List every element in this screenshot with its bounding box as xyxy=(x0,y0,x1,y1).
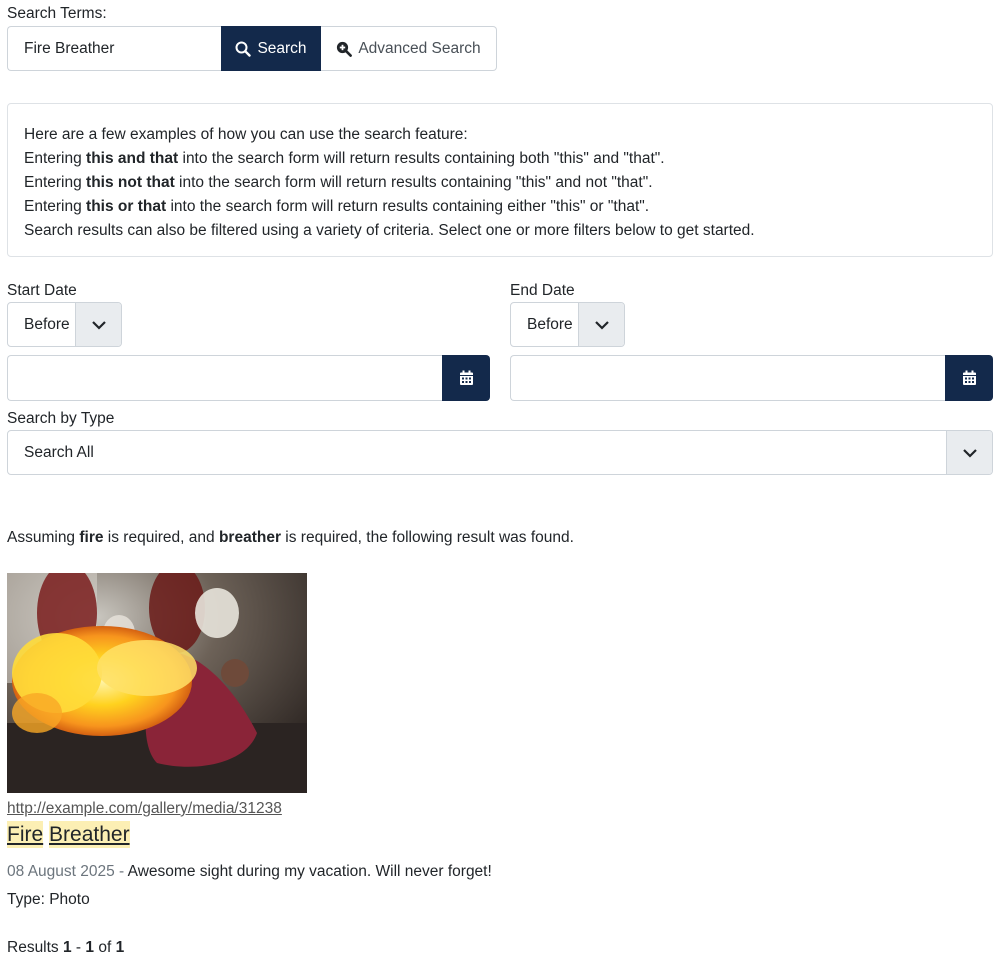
chevron-down-icon xyxy=(578,303,624,346)
start-date-label: Start Date xyxy=(7,282,77,299)
search-type-select[interactable]: Search All xyxy=(7,430,993,475)
search-input[interactable] xyxy=(7,26,222,71)
help-intro: Here are a few examples of how you can u… xyxy=(24,126,468,143)
search-button-label: Search xyxy=(257,39,307,57)
result-description: Awesome sight during my vacation. Will n… xyxy=(127,863,492,880)
search-by-type-label: Search by Type xyxy=(7,410,115,427)
calendar-icon xyxy=(459,370,473,385)
chevron-down-icon xyxy=(75,303,121,346)
start-date-calendar-button[interactable] xyxy=(442,355,490,401)
help-example: Entering this or that into the search fo… xyxy=(24,198,650,215)
start-date-mode-value: Before xyxy=(24,315,70,333)
end-date-label: End Date xyxy=(510,282,575,299)
start-date-mode-select[interactable]: Before xyxy=(7,302,122,347)
zoom-in-icon xyxy=(337,41,353,57)
chevron-down-icon xyxy=(946,431,992,474)
search-button[interactable]: Search xyxy=(221,26,321,71)
search-summary: Assuming fire is required, and breather … xyxy=(7,529,574,546)
end-date-mode-select[interactable]: Before xyxy=(510,302,625,347)
result-type: Type: Photo xyxy=(7,891,90,908)
result-title-link[interactable]: Fire Breather xyxy=(7,821,130,848)
advanced-search-label: Advanced Search xyxy=(358,39,481,57)
search-icon xyxy=(235,41,252,57)
search-help-box: Here are a few examples of how you can u… xyxy=(7,103,993,257)
advanced-search-button[interactable]: Advanced Search xyxy=(321,26,497,71)
highlighted-term: Fire xyxy=(7,821,44,848)
calendar-icon xyxy=(962,370,976,385)
result-date: 08 August 2025 xyxy=(7,863,115,880)
results-count: Results 1 - 1 of 1 xyxy=(7,939,125,956)
search-terms-label: Search Terms: xyxy=(7,5,107,22)
result-thumbnail[interactable] xyxy=(7,573,307,793)
end-date-input[interactable] xyxy=(510,355,946,401)
help-example: Entering this not that into the search f… xyxy=(24,174,653,191)
result-meta: 08 August 2025 - Awesome sight during my… xyxy=(7,863,492,880)
end-date-calendar-button[interactable] xyxy=(945,355,993,401)
end-date-mode-value: Before xyxy=(527,315,573,333)
help-filter-note: Search results can also be filtered usin… xyxy=(24,222,755,239)
result-url-link[interactable]: http://example.com/gallery/media/31238 xyxy=(7,800,282,818)
help-example: Entering this and that into the search f… xyxy=(24,150,665,167)
search-type-value: Search All xyxy=(24,443,94,461)
highlighted-term: Breather xyxy=(49,821,130,848)
start-date-input[interactable] xyxy=(7,355,443,401)
